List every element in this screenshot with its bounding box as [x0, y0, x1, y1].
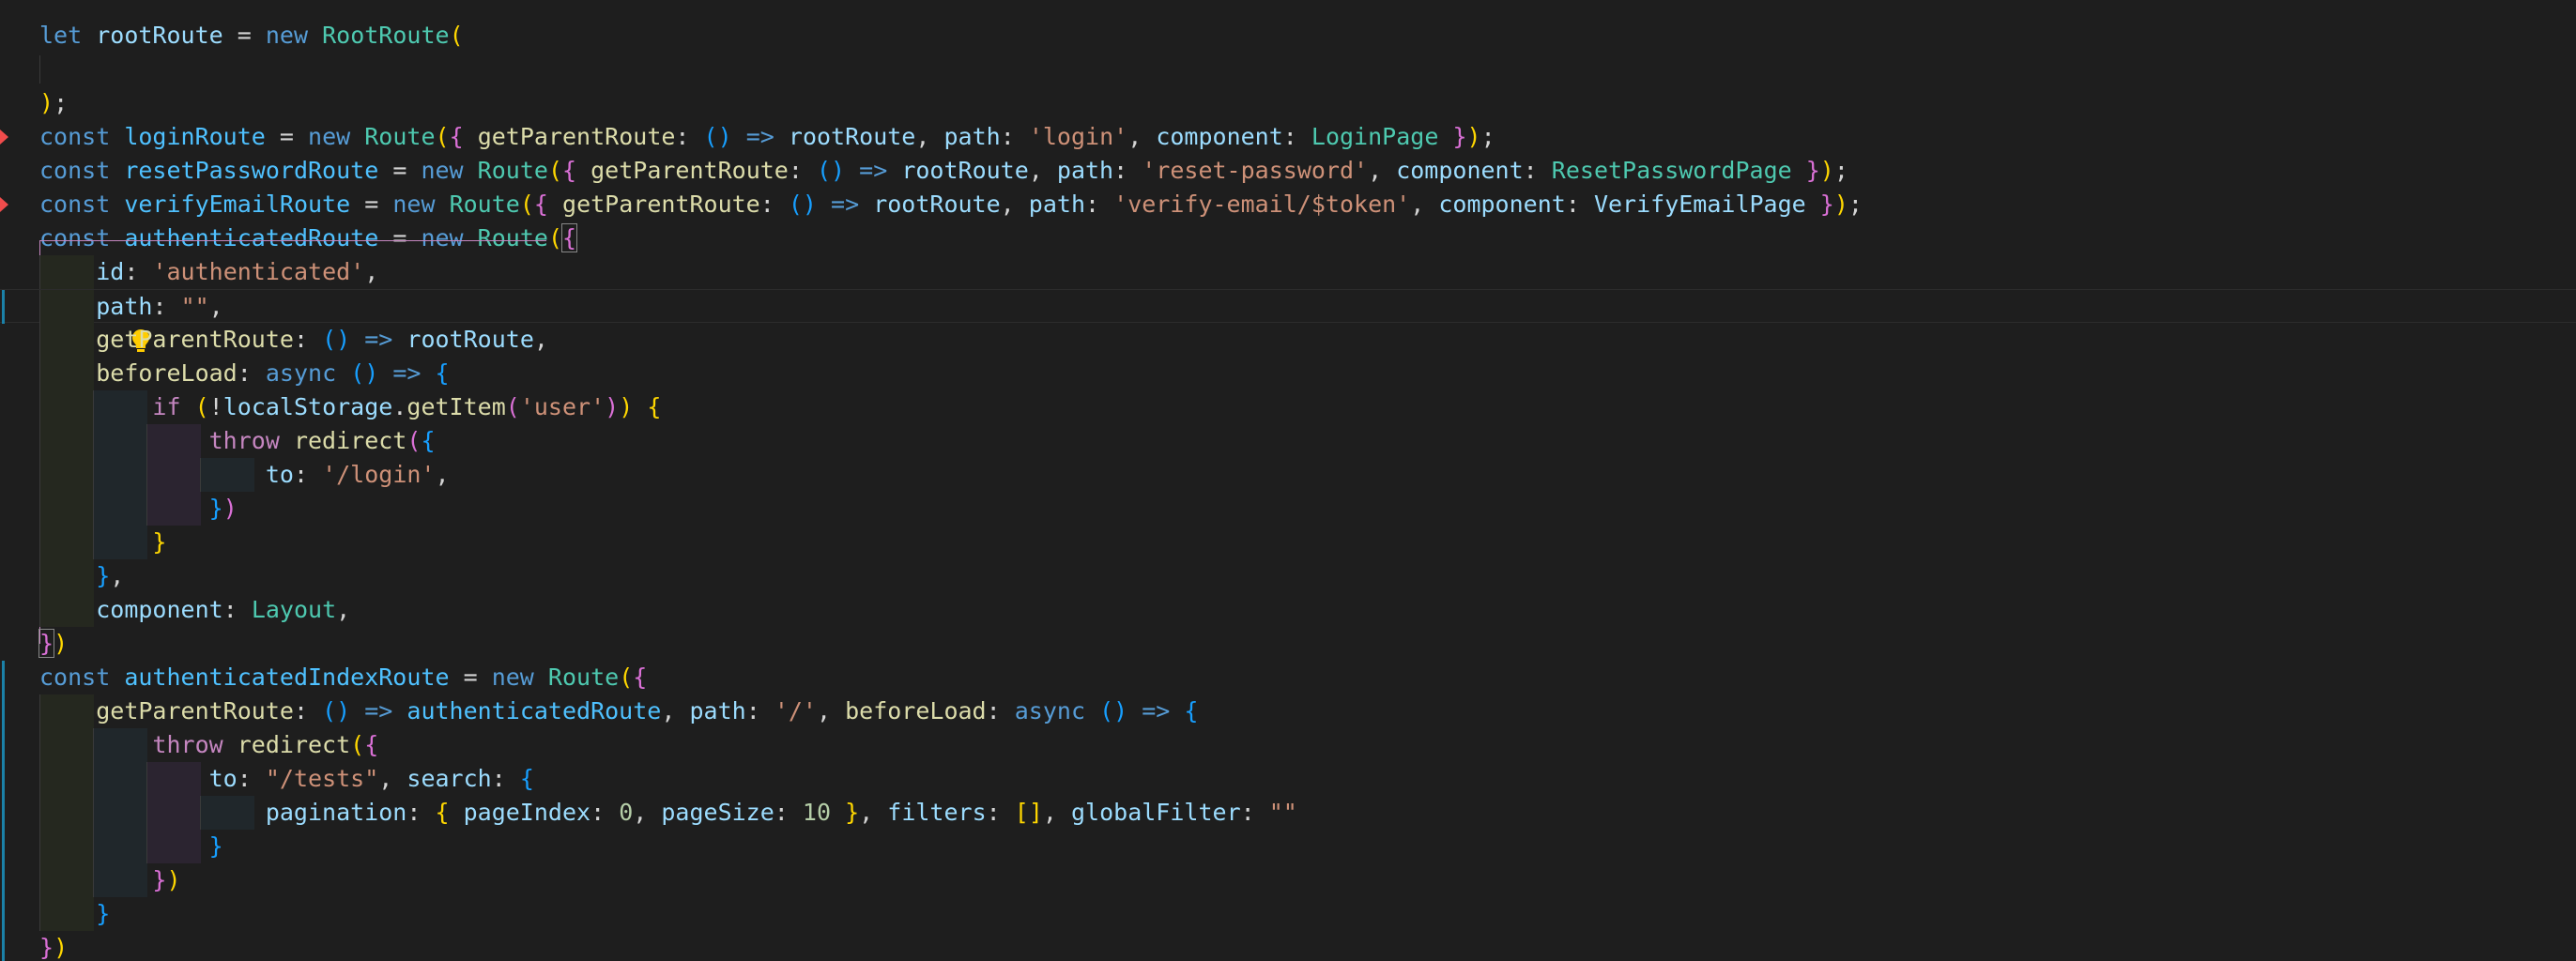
code-line-text[interactable]: throw redirect({ — [39, 424, 436, 458]
code-line-current[interactable]: path: "", — [0, 289, 2576, 352]
code-line-text[interactable]: getParentRoute: () => authenticatedRoute… — [39, 694, 1198, 728]
code-line[interactable]: }) — [0, 492, 2576, 526]
code-line-text[interactable]: if (!localStorage.getItem('user')) { — [39, 390, 661, 424]
text-cursor — [39, 55, 40, 84]
code-line[interactable]: to: "/tests", search: { — [0, 762, 2576, 796]
error-marker-icon[interactable] — [0, 197, 8, 212]
code-line-text[interactable]: ); — [39, 86, 68, 120]
code-line-text[interactable]: const authenticatedIndexRoute = new Rout… — [39, 661, 647, 694]
code-line-text[interactable]: const loginRoute = new Route({ getParent… — [39, 120, 1495, 154]
code-line-text[interactable]: path: "", — [39, 290, 223, 324]
code-line[interactable]: ); — [0, 86, 2576, 120]
code-line[interactable]: const authenticatedRoute = new Route({ — [0, 221, 2576, 255]
code-line[interactable]: }) — [0, 931, 2576, 961]
code-line-text[interactable]: }) — [39, 931, 68, 961]
code-line-text[interactable]: component: Layout, — [39, 593, 350, 627]
code-line-text[interactable]: }) — [38, 627, 68, 661]
code-line-text[interactable]: throw redirect({ — [39, 728, 378, 762]
code-line-text[interactable]: } — [39, 526, 166, 559]
code-line-text[interactable]: beforeLoad: async () => { — [39, 357, 449, 390]
code-line-text[interactable]: id: 'authenticated', — [39, 255, 378, 289]
code-line[interactable]: const resetPasswordRoute = new Route({ g… — [0, 154, 2576, 188]
code-line[interactable]: const authenticatedIndexRoute = new Rout… — [0, 661, 2576, 694]
code-line-text[interactable]: }, — [39, 559, 124, 593]
code-line-text[interactable]: const resetPasswordRoute = new Route({ g… — [39, 154, 1848, 188]
code-line-text[interactable]: const verifyEmailRoute = new Route({ get… — [39, 188, 1863, 221]
code-line[interactable] — [0, 53, 2576, 86]
code-line[interactable]: id: 'authenticated', — [0, 255, 2576, 289]
code-line[interactable]: if (!localStorage.getItem('user')) { — [0, 390, 2576, 424]
code-line[interactable]: } — [0, 526, 2576, 559]
code-line[interactable]: throw redirect({ — [0, 424, 2576, 458]
code-line-text[interactable]: } — [39, 897, 110, 931]
code-line-text[interactable]: pagination: { pageIndex: 0, pageSize: 10… — [39, 796, 1297, 830]
modified-marker[interactable] — [2, 290, 5, 324]
code-line-text[interactable]: getParentRoute: () => rootRoute, — [39, 323, 548, 357]
code-line-text[interactable]: } — [39, 830, 223, 863]
code-line-text[interactable]: }) — [39, 863, 180, 897]
code-line[interactable]: }) — [0, 627, 2576, 661]
code-line[interactable]: component: Layout, — [0, 593, 2576, 627]
code-line[interactable]: const loginRoute = new Route({ getParent… — [0, 120, 2576, 154]
code-line-text[interactable]: const authenticatedRoute = new Route({ — [39, 221, 578, 255]
code-line[interactable]: let rootRoute = new RootRoute( — [0, 19, 2576, 53]
code-line[interactable]: pagination: { pageIndex: 0, pageSize: 10… — [0, 796, 2576, 830]
code-line[interactable]: const verifyEmailRoute = new Route({ get… — [0, 188, 2576, 221]
code-line[interactable]: beforeLoad: async () => { — [0, 357, 2576, 390]
code-line-text[interactable]: let rootRoute = new RootRoute( — [39, 19, 464, 53]
code-line-text[interactable]: to: "/tests", search: { — [39, 762, 534, 796]
code-line[interactable]: to: '/login', — [0, 458, 2576, 492]
code-line[interactable]: } — [0, 830, 2576, 863]
error-marker-icon[interactable] — [0, 130, 8, 145]
code-line-text[interactable]: to: '/login', — [39, 458, 450, 492]
code-line[interactable]: } — [0, 897, 2576, 931]
code-editor[interactable]: let rootRoute = new RootRoute( ); const … — [0, 0, 2576, 961]
code-line[interactable]: }) — [0, 863, 2576, 897]
code-line[interactable]: getParentRoute: () => rootRoute, — [0, 323, 2576, 357]
code-line[interactable]: getParentRoute: () => authenticatedRoute… — [0, 694, 2576, 728]
code-line[interactable]: throw redirect({ — [0, 728, 2576, 762]
code-line-text[interactable]: }) — [39, 492, 238, 526]
code-line[interactable]: }, — [0, 559, 2576, 593]
